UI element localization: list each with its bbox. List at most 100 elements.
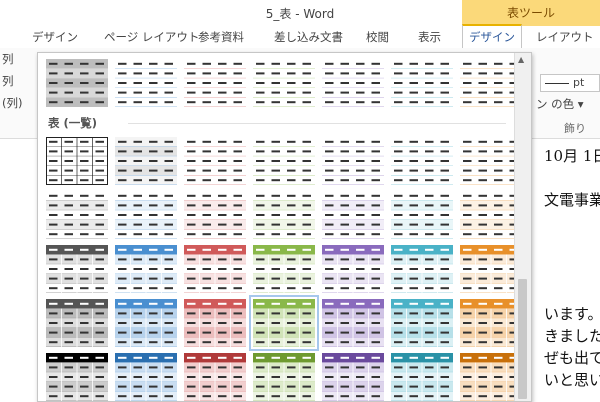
table-style-preview-icon	[115, 353, 177, 401]
table-style-thumb[interactable]	[391, 245, 453, 293]
line-weight-dropdown[interactable]: pt	[540, 74, 600, 92]
borders-group-label: 飾り	[564, 122, 586, 135]
table-style-thumb[interactable]	[460, 59, 522, 107]
pen-color-button[interactable]: ン の色 ▾	[536, 96, 584, 112]
line-weight-label: pt	[573, 76, 585, 89]
ribbon-left-options: 列 列 (列)	[0, 48, 40, 114]
table-style-thumb[interactable]	[322, 299, 384, 347]
tab-review[interactable]: 校閲	[366, 26, 389, 48]
table-style-thumb[interactable]	[115, 137, 177, 185]
table-style-thumb[interactable]	[460, 137, 522, 185]
table-style-thumb[interactable]	[460, 353, 522, 401]
table-style-thumb[interactable]	[391, 191, 453, 239]
ribbon-option[interactable]: 列	[0, 70, 40, 92]
table-style-thumb[interactable]	[115, 191, 177, 239]
table-style-preview-icon	[391, 299, 453, 347]
table-style-thumb[interactable]	[322, 245, 384, 293]
table-style-thumb[interactable]	[115, 245, 177, 293]
table-style-thumb[interactable]	[46, 59, 108, 107]
doc-line: います。そ	[544, 305, 600, 323]
doc-line: ぜも出てき	[544, 349, 600, 367]
doc-line: 10月 1日	[544, 147, 600, 165]
table-style-preview-icon	[322, 299, 384, 347]
table-style-preview-icon	[46, 59, 108, 107]
table-style-preview-icon	[46, 299, 108, 347]
table-style-preview-icon	[115, 245, 177, 293]
table-style-preview-icon	[184, 245, 246, 293]
table-style-preview-icon	[46, 353, 108, 401]
table-style-preview-icon	[184, 191, 246, 239]
table-style-thumb[interactable]	[46, 191, 108, 239]
table-style-thumb[interactable]	[184, 191, 246, 239]
tab-view[interactable]: 表示	[418, 26, 441, 48]
table-style-preview-icon	[322, 59, 384, 107]
table-style-thumb[interactable]	[115, 353, 177, 401]
title-bar: 5_表 - Word 表ツール	[0, 0, 600, 26]
gallery-section-label: 表 (一覧)	[48, 116, 98, 130]
table-style-preview-icon	[253, 245, 315, 293]
gallery-scrollbar[interactable]: ▲	[514, 53, 531, 401]
table-style-preview-icon	[460, 59, 522, 107]
tab-references[interactable]: 参考資料	[198, 26, 244, 48]
table-style-thumb[interactable]	[184, 59, 246, 107]
table-style-preview-icon	[46, 191, 108, 239]
tab-page-layout[interactable]: ページ レイアウト	[104, 26, 199, 48]
table-style-preview-icon	[391, 245, 453, 293]
table-style-thumb[interactable]	[184, 353, 246, 401]
table-style-preview-icon	[253, 137, 315, 185]
document-page[interactable]: 10月 1日 文電事業部 います。そ きました ぜも出てき いと思いま	[534, 139, 600, 400]
table-style-thumb[interactable]	[46, 299, 108, 347]
table-style-preview-icon	[391, 59, 453, 107]
table-style-thumb[interactable]	[184, 299, 246, 347]
tab-table-layout[interactable]: レイアウト	[536, 26, 594, 48]
tab-design[interactable]: デザイン	[32, 26, 78, 48]
table-style-thumb[interactable]	[460, 299, 522, 347]
table-style-thumb[interactable]	[249, 295, 319, 351]
table-style-thumb[interactable]	[253, 245, 315, 293]
table-style-thumb[interactable]	[322, 137, 384, 185]
table-style-thumb[interactable]	[184, 137, 246, 185]
table-style-preview-icon	[391, 191, 453, 239]
table-style-preview-icon	[322, 137, 384, 185]
table-style-thumb[interactable]	[253, 137, 315, 185]
table-style-preview-icon	[115, 191, 177, 239]
table-style-thumb[interactable]	[253, 353, 315, 401]
table-style-preview-icon	[391, 353, 453, 401]
scroll-up-icon[interactable]: ▲	[518, 55, 524, 64]
table-style-thumb[interactable]	[322, 353, 384, 401]
table-style-preview-icon	[253, 353, 315, 401]
table-style-preview-icon	[460, 299, 522, 347]
tab-mailings[interactable]: 差し込み文書	[274, 26, 343, 48]
table-style-thumb[interactable]	[115, 59, 177, 107]
table-style-preview-icon	[46, 137, 108, 185]
table-style-thumb[interactable]	[253, 191, 315, 239]
table-style-preview-icon	[460, 191, 522, 239]
scroll-thumb[interactable]	[518, 279, 527, 399]
table-style-thumb[interactable]	[46, 353, 108, 401]
table-style-thumb[interactable]	[391, 137, 453, 185]
table-style-thumb[interactable]	[322, 191, 384, 239]
table-style-preview-icon	[115, 137, 177, 185]
table-tools-label: 表ツール	[462, 0, 600, 26]
table-style-thumb[interactable]	[391, 299, 453, 347]
table-style-preview-icon	[46, 245, 108, 293]
doc-line: 文電事業部	[544, 191, 600, 209]
table-style-thumb[interactable]	[46, 245, 108, 293]
table-style-preview-icon	[253, 191, 315, 239]
table-style-thumb[interactable]	[46, 137, 108, 185]
ribbon-option[interactable]: 列	[0, 48, 40, 70]
table-style-thumb[interactable]	[322, 59, 384, 107]
table-style-preview-icon	[253, 59, 315, 107]
table-style-thumb[interactable]	[184, 245, 246, 293]
table-style-thumb[interactable]	[253, 59, 315, 107]
table-style-thumb[interactable]	[391, 59, 453, 107]
table-style-thumb[interactable]	[115, 299, 177, 347]
table-style-preview-icon	[322, 353, 384, 401]
ribbon-option[interactable]: (列)	[0, 92, 40, 114]
table-styles-gallery: 表 (一覧) ▲	[37, 52, 532, 402]
table-style-thumb[interactable]	[460, 245, 522, 293]
table-style-preview-icon	[184, 299, 246, 347]
table-style-thumb[interactable]	[391, 353, 453, 401]
tab-table-design[interactable]: デザイン	[462, 24, 522, 50]
table-style-thumb[interactable]	[460, 191, 522, 239]
